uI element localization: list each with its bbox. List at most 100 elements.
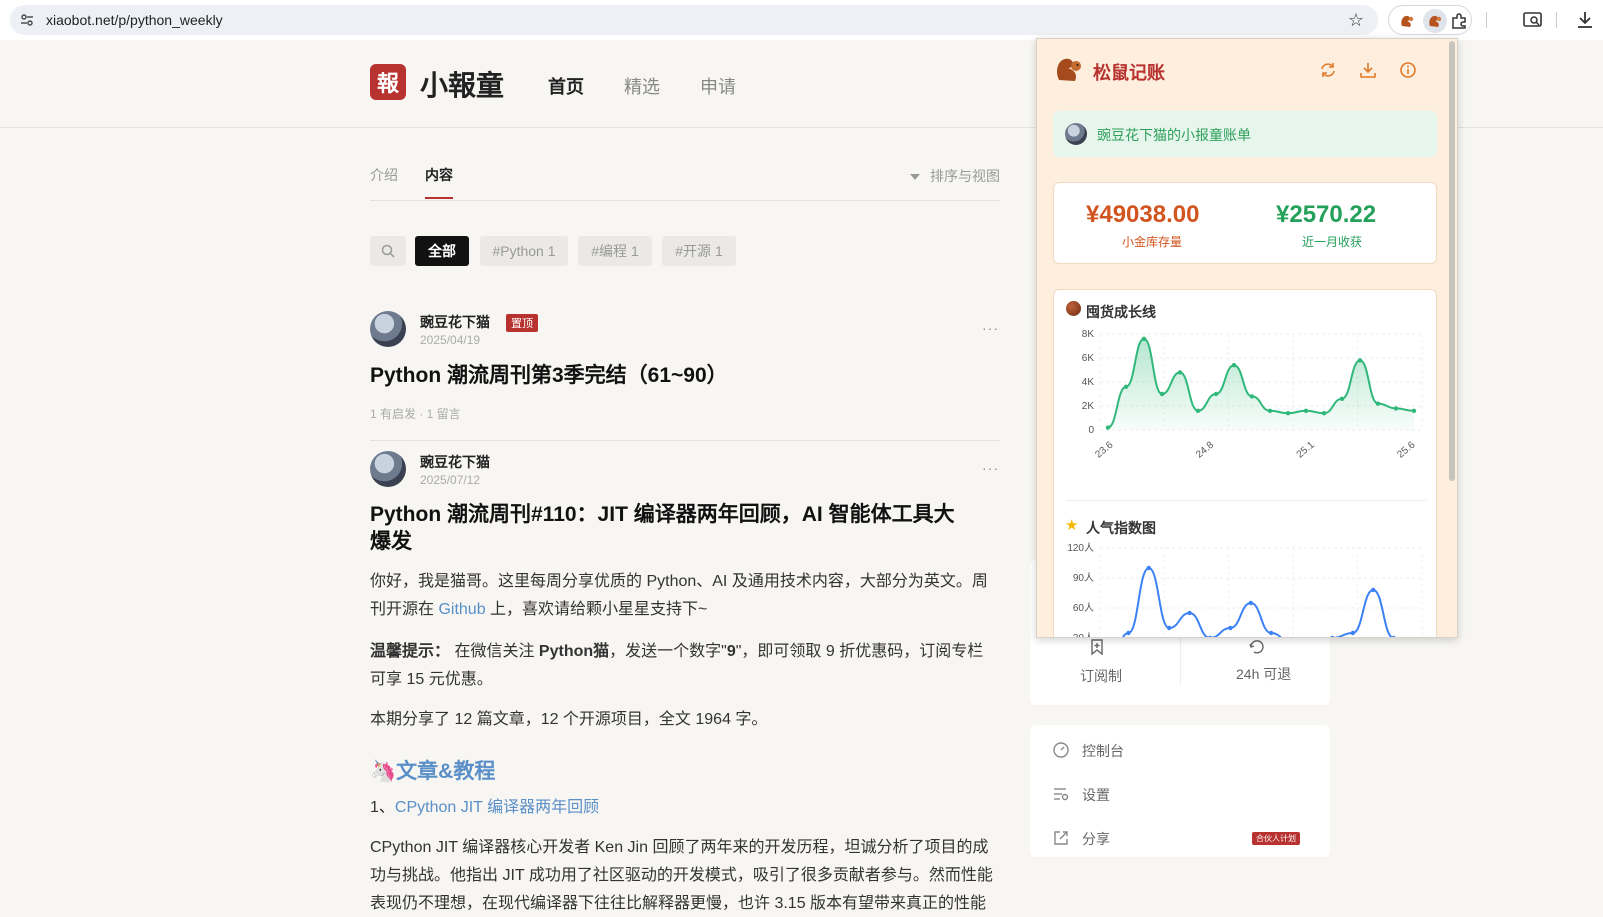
sort-view-dropdown[interactable]: 排序与视图 <box>910 166 1000 186</box>
toolbar-divider <box>1556 12 1557 28</box>
post-title-line1[interactable]: Python 潮流周刊#110：JIT 编译器两年回顾，AI 智能体工具大 <box>370 501 955 528</box>
site-logo[interactable]: 報 <box>370 64 406 100</box>
bill-title: 豌豆花下猫的小报童账单 <box>1097 127 1251 143</box>
url-text[interactable]: xiaobot.net/p/python_weekly <box>46 12 223 28</box>
search-icon <box>381 244 395 258</box>
popup-scrollbar[interactable] <box>1449 41 1455 481</box>
menu-dashboard[interactable]: 控制台 <box>1082 741 1124 761</box>
squirrel-logo-icon <box>1057 58 1081 81</box>
x-tick-label: 23.6 <box>1093 439 1115 460</box>
nav-featured[interactable]: 精选 <box>624 73 660 99</box>
chart-divider <box>1066 500 1426 501</box>
filter-python[interactable]: #Python 1 <box>480 236 568 266</box>
data-point <box>1303 408 1309 413</box>
post-title[interactable]: Python 潮流周刊第3季完结（61~90） <box>370 362 728 389</box>
more-options-icon[interactable]: ··· <box>982 460 999 476</box>
data-point <box>1208 635 1212 637</box>
download-icon[interactable] <box>1574 9 1596 31</box>
info-icon[interactable] <box>1399 61 1417 79</box>
squirrel-extension-active-icon[interactable] <box>1423 9 1447 33</box>
data-point <box>1146 565 1151 571</box>
menu-settings[interactable]: 设置 <box>1082 785 1110 805</box>
author-name[interactable]: 豌豆花下猫 <box>420 312 490 332</box>
growth-chart-title: 囤货成长线 <box>1086 304 1156 320</box>
article-desc-line1: CPython JIT 编译器核心开发者 Ken Jin 回顾了两年来的开发历程… <box>370 839 989 856</box>
address-bar[interactable]: xiaobot.net/p/python_weekly ☆ <box>10 5 1378 35</box>
article-link[interactable]: CPython JIT 编译器两年回顾 <box>395 799 599 816</box>
y-tick-label: 6K <box>1082 353 1095 364</box>
intro-text: 上，喜欢请给颗小星星支持下~ <box>485 601 708 618</box>
x-tick-label: 25.1 <box>1295 439 1317 460</box>
post-title-line2[interactable]: 爆发 <box>370 528 412 555</box>
y-tick-label: 2K <box>1082 401 1095 412</box>
refresh-icon[interactable] <box>1319 61 1337 79</box>
post-date: 2025/07/12 <box>420 473 481 487</box>
toolbar-divider <box>1486 12 1487 28</box>
author-name[interactable]: 豌豆花下猫 <box>420 452 490 472</box>
nav-apply[interactable]: 申请 <box>700 73 736 99</box>
settings-icon <box>1054 788 1069 801</box>
filter-all[interactable]: 全部 <box>415 236 469 266</box>
bill-banner: 豌豆花下猫的小报童账单 <box>1053 111 1437 157</box>
y-tick-label: 60人 <box>1073 602 1094 614</box>
article-item-1: 1、CPython JIT 编译器两年回顾 <box>370 794 599 822</box>
data-point <box>1371 587 1376 593</box>
data-point <box>1177 370 1183 375</box>
monthly-income-label: 近一月收获 <box>1302 235 1363 249</box>
data-point <box>1393 406 1399 411</box>
data-point <box>1249 394 1255 399</box>
post-date: 2025/04/19 <box>420 333 481 347</box>
tip-line1: 温馨提示： 在微信关注 Python猫，发送一个数字"9"，即可领取 9 折优惠… <box>370 638 983 666</box>
chestnut-icon <box>1066 301 1081 316</box>
author-avatar[interactable] <box>370 451 406 487</box>
feature-label: 24h 可退 <box>1236 666 1292 682</box>
tip-text: ，发送一个数字" <box>609 643 727 660</box>
menu-share[interactable]: 分享 <box>1082 829 1110 849</box>
bookmark-star-icon[interactable]: ☆ <box>1348 10 1364 31</box>
data-point <box>1357 358 1363 363</box>
data-point <box>1123 384 1129 389</box>
stats-card: ¥49038.00 小金库存量 ¥2570.22 近一月收获 <box>1053 182 1437 264</box>
download-icon[interactable] <box>1359 61 1377 79</box>
squirrel-extension-icon[interactable] <box>1395 9 1419 33</box>
user-avatar <box>1065 123 1087 145</box>
author-avatar[interactable] <box>370 311 406 347</box>
tab-content[interactable]: 内容 <box>425 165 453 185</box>
tip-text: 在微信关注 <box>450 643 539 660</box>
filter-search-button[interactable] <box>370 236 406 266</box>
item-number: 1、 <box>370 799 395 816</box>
tab-intro[interactable]: 介绍 <box>370 165 398 185</box>
tip-label: 温馨提示： <box>370 643 451 660</box>
data-point <box>1339 396 1345 401</box>
data-point <box>1141 336 1147 341</box>
growth-chart: 0 2K 4K 6K 8K 23.6 24.8 25.1 25.6 <box>1082 329 1423 461</box>
dashboard-icon <box>1053 742 1069 758</box>
nav-home[interactable]: 首页 <box>548 73 584 99</box>
x-tick-label: 24.8 <box>1194 439 1216 460</box>
partner-program-badge[interactable]: 合伙人计划 <box>1252 832 1300 845</box>
article-desc-line2: 功与挑战。他指出 JIT 成功用了社区驱动的开发模式，吸引了很多贡献者参与。然而… <box>370 867 993 884</box>
site-settings-icon[interactable] <box>20 13 34 27</box>
puzzle-icon[interactable] <box>1447 9 1471 33</box>
popularity-chart-title: 人气指数图 <box>1086 520 1156 536</box>
post-meta: 1 有启发 · 1 留言 <box>370 407 461 421</box>
data-point <box>1228 625 1233 631</box>
github-link[interactable]: Github <box>438 601 485 618</box>
feature-label: 订阅制 <box>1080 668 1122 684</box>
post-intro-line1: 你好，我是猫哥。这里每周分享优质的 Python、AI 及通用技术内容，大部分为… <box>370 573 988 590</box>
data-point <box>1126 630 1131 636</box>
article-desc-line3: 表现仍不理想，在现代编译器下往往比解释器更慢，也许 3.15 版本有望带来真正的… <box>370 895 987 912</box>
site-logo-text[interactable]: 小報童 <box>420 64 504 104</box>
issue-summary: 本期分享了 12 篇文章，12 个开源项目，全文 1964 字。 <box>370 711 768 728</box>
data-point <box>1321 411 1327 416</box>
tab-divider <box>370 200 1000 201</box>
filter-programming[interactable]: #编程 1 <box>578 236 652 266</box>
tab-search-icon[interactable] <box>1522 9 1544 31</box>
pinned-badge: 置顶 <box>506 314 538 332</box>
browser-toolbar: xiaobot.net/p/python_weekly ☆ <box>0 0 1603 40</box>
caret-down-icon <box>910 174 920 181</box>
charts-card: 囤货成长线 0 2K 4K 6K 8K 23.6 24.8 25.1 25.6 ★ 人气指数图 … <box>1053 289 1437 637</box>
y-tick-label: 0 <box>1088 425 1094 436</box>
filter-opensource[interactable]: #开源 1 <box>662 236 736 266</box>
more-options-icon[interactable]: ··· <box>982 320 999 336</box>
